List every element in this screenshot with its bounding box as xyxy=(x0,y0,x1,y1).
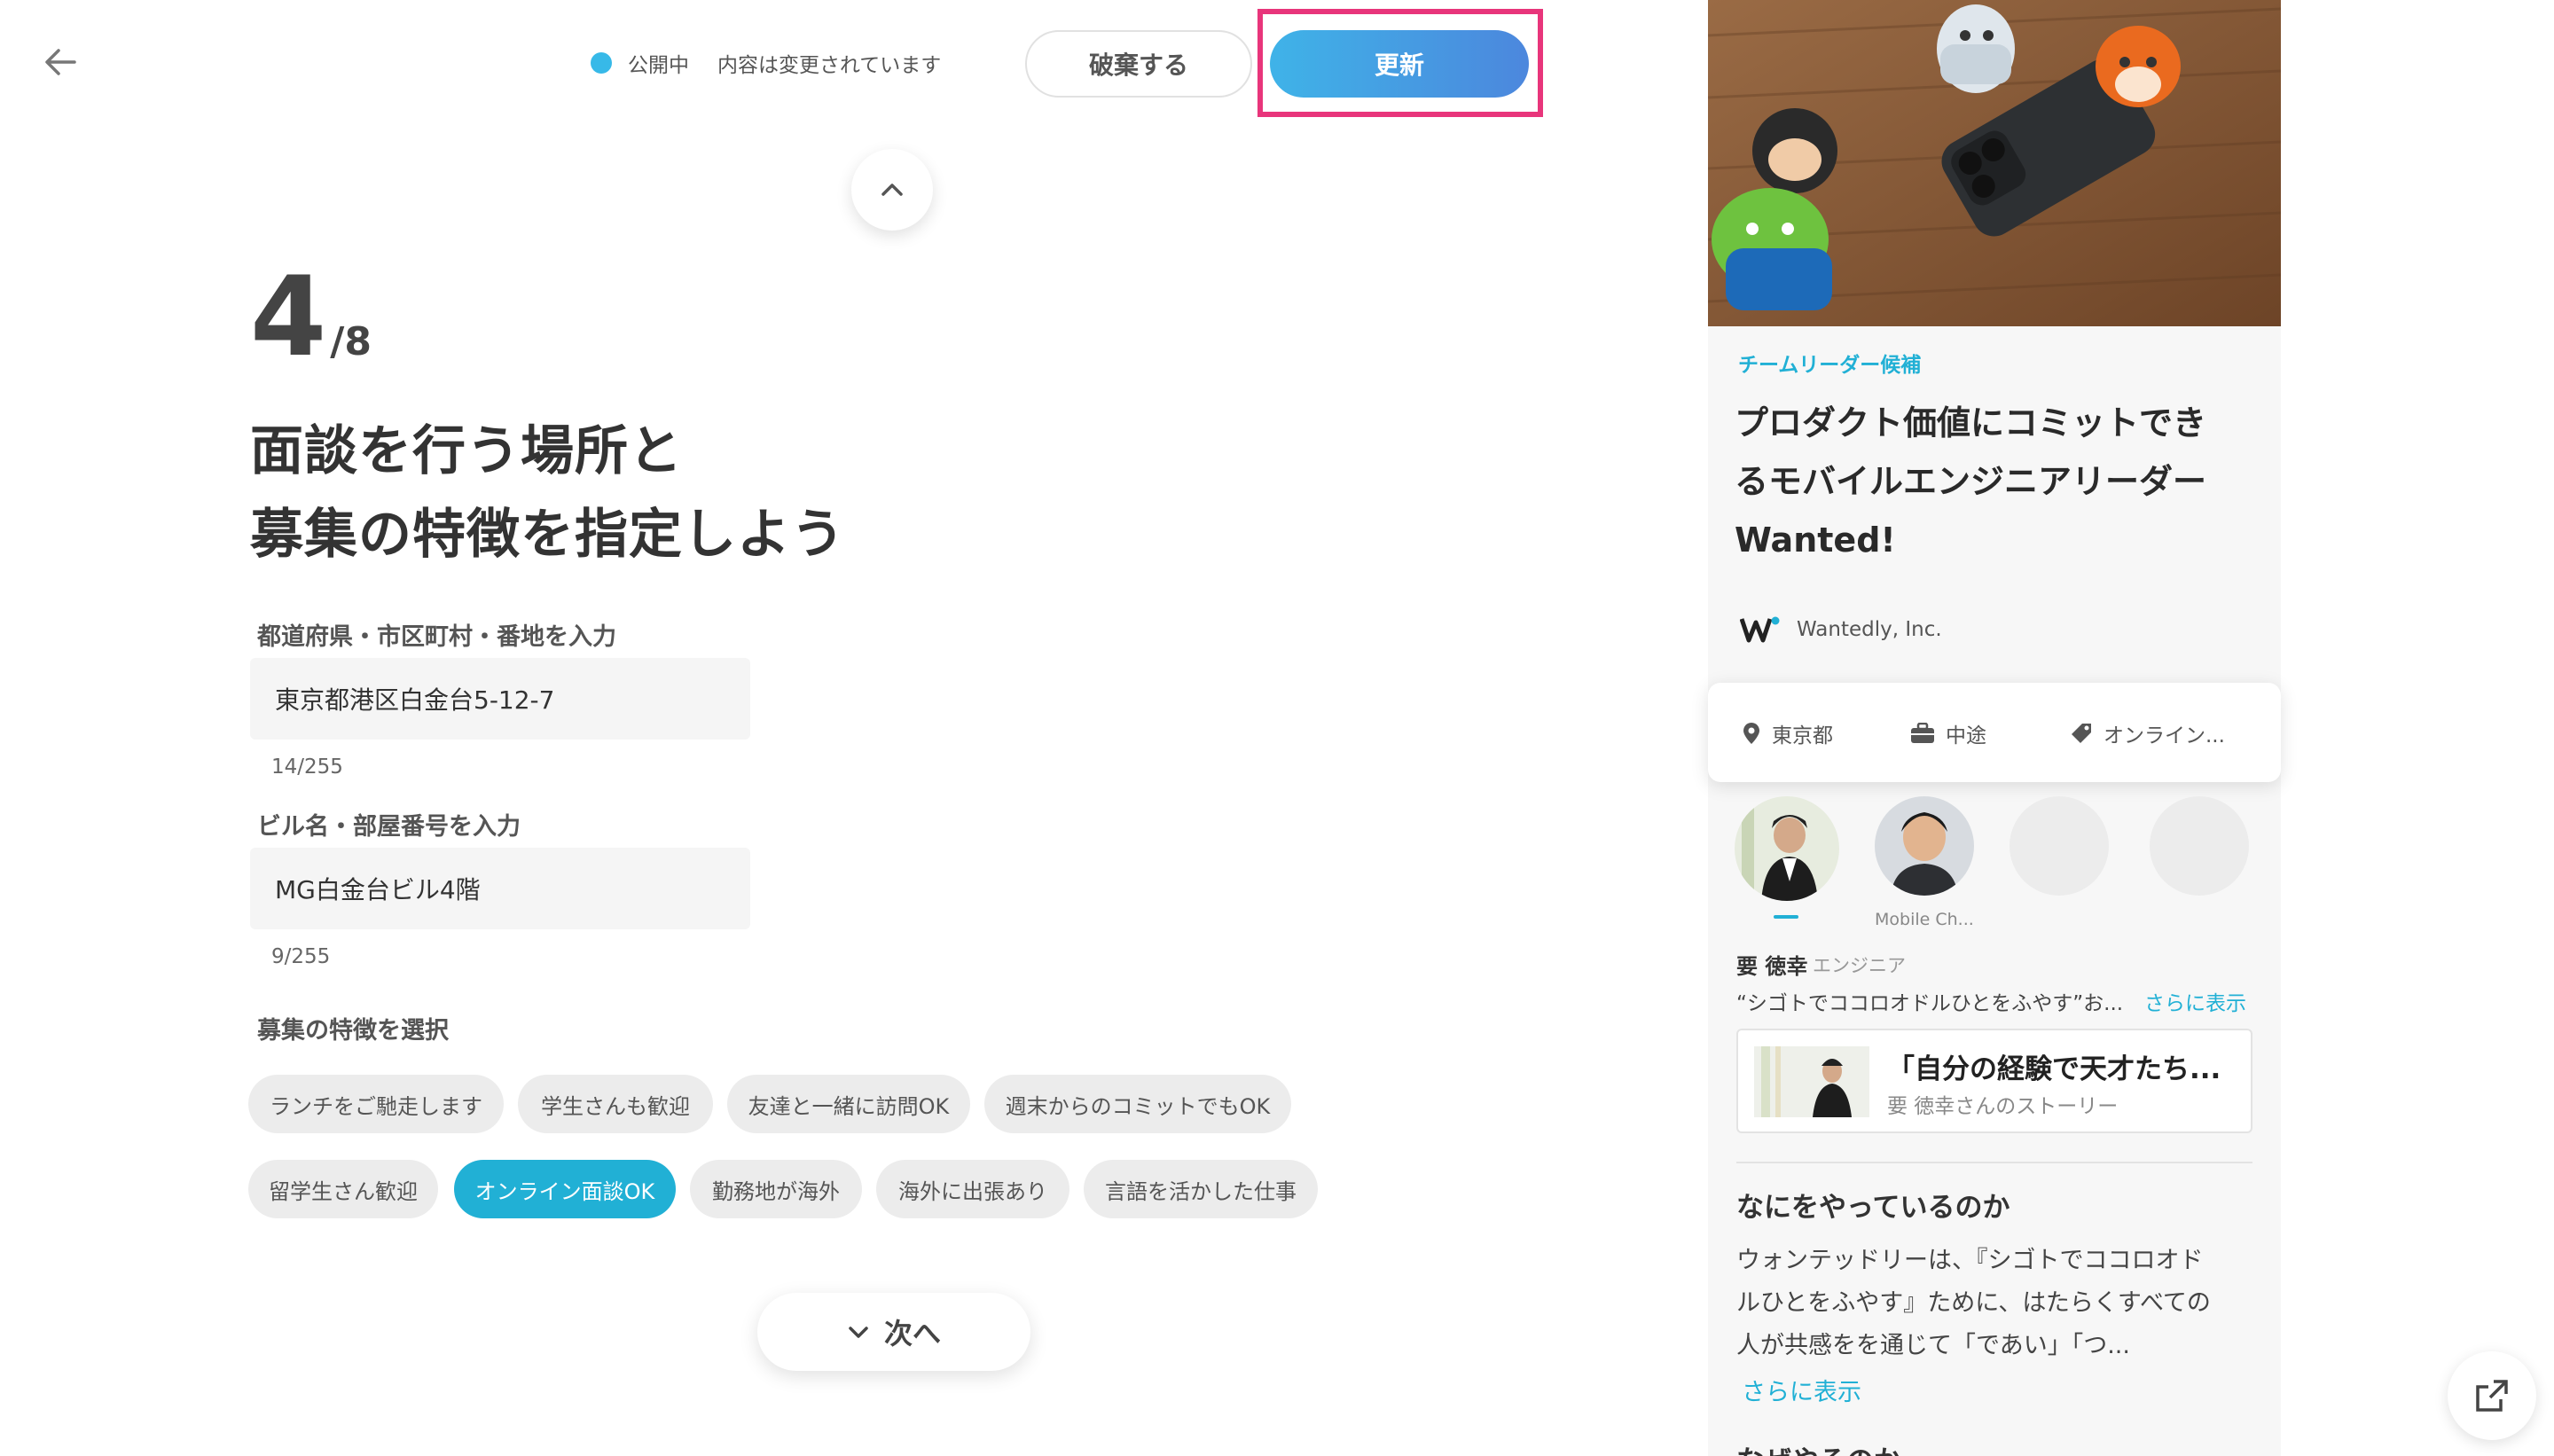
what-section-line-1: ウォンテッドリーは、『シゴトでココロオド xyxy=(1736,1247,2204,1274)
address-char-count: 14/255 xyxy=(271,755,343,779)
chevron-down-icon xyxy=(849,1327,868,1338)
what-section-body: ウォンテッドリーは、『シゴトでココロオド ルひとをふやす』ために、はたらくすべて… xyxy=(1736,1240,2242,1367)
job-tag: チームリーダー候補 xyxy=(1738,354,1922,377)
member-role: エンジニア xyxy=(1813,955,1906,976)
company-row[interactable]: Wantedly, Inc. xyxy=(1740,615,1942,644)
feature-chip[interactable]: ランチをご馳走します xyxy=(248,1075,504,1133)
feature-chip[interactable]: 海外に出張あり xyxy=(876,1160,1069,1218)
tag-icon xyxy=(2072,724,2091,743)
scroll-up-button[interactable] xyxy=(851,149,933,231)
next-label: 次へ xyxy=(883,1317,941,1350)
job-title: プロダクト価値にコミットでき るモバイルエンジニアリーダー Wanted! xyxy=(1735,394,2258,569)
step-total: /8 xyxy=(330,319,372,364)
member-name: 要 徳幸 xyxy=(1736,954,1808,979)
info-employment-label: 中途 xyxy=(1946,724,1986,748)
what-section-line-3: 人が共感をを通じて「であい」「つ... xyxy=(1736,1332,2130,1359)
member-avatar[interactable] xyxy=(1875,796,1974,896)
discard-button[interactable]: 破棄する xyxy=(1025,30,1252,98)
status-note: 内容は変更されています xyxy=(717,54,942,77)
open-external-button[interactable] xyxy=(2448,1351,2536,1440)
briefcase-icon xyxy=(1911,723,1934,743)
avatar-active-indicator xyxy=(1774,915,1798,919)
job-title-line-3: Wanted! xyxy=(1735,521,1896,560)
status-label: 公開中 xyxy=(628,54,689,77)
what-section-line-2: ルひとをふやす』ために、はたらくすべての xyxy=(1736,1289,2211,1317)
features-label: 募集の特徴を選択 xyxy=(257,1017,449,1045)
member-show-more-link[interactable]: さらに表示 xyxy=(2144,986,2246,1016)
address-input[interactable]: 東京都港区白金台5-12-7 xyxy=(250,658,750,740)
section-divider xyxy=(1736,1162,2252,1163)
why-section-title: なぜやるのか xyxy=(1736,1438,1901,1456)
wantedly-logo-icon xyxy=(1740,616,1780,643)
info-employment: 中途 xyxy=(1910,718,1986,748)
feature-chip[interactable]: 留学生さん歓迎 xyxy=(248,1160,438,1218)
page-title-line-1: 面談を行う場所と xyxy=(250,420,683,482)
job-info-card: 東京都 中途 オンライン... xyxy=(1708,683,2281,782)
address-label: 都道府県・市区町村・番地を入力 xyxy=(257,623,616,651)
external-link-icon xyxy=(2476,1380,2508,1412)
avatar-placeholder xyxy=(2010,796,2109,896)
member-quote: “シゴトでココロオドルひとをふやす”お... xyxy=(1736,992,2124,1015)
job-title-line-2: るモバイルエンジニアリーダー xyxy=(1735,462,2207,501)
building-input[interactable]: MG白金台ビル4階 xyxy=(250,848,750,929)
member-avatar[interactable] xyxy=(1735,796,1839,901)
info-location: 東京都 xyxy=(1742,718,1833,748)
job-title-line-1: プロダクト価値にコミットでき xyxy=(1735,403,2207,442)
feature-chip[interactable]: 週末からのコミットでもOK xyxy=(984,1075,1291,1133)
feature-chip[interactable]: 友達と一緒に訪問OK xyxy=(727,1075,970,1133)
status-dot-icon xyxy=(591,52,612,74)
info-feature-label: オンライン... xyxy=(2104,724,2225,748)
info-feature: オンライン... xyxy=(2070,718,2225,748)
chevron-up-icon xyxy=(881,184,903,196)
job-editor-page: 公開中 内容は変更されています 破棄する 更新 4 /8 面談を行う場所と 募集… xyxy=(0,0,2554,1456)
next-button[interactable]: 次へ xyxy=(757,1293,1030,1371)
back-button[interactable] xyxy=(41,43,80,82)
avatar-placeholder xyxy=(2150,796,2249,896)
section-show-more-link[interactable]: さらに表示 xyxy=(1742,1373,1861,1407)
story-thumbnail xyxy=(1754,1046,1869,1117)
member-photo-1 xyxy=(1735,796,1839,901)
info-location-label: 東京都 xyxy=(1772,724,1833,748)
member-photo-2 xyxy=(1875,796,1974,896)
feature-chip[interactable]: 言語を活かした仕事 xyxy=(1084,1160,1318,1218)
story-subtitle: 要 徳幸さんのストーリー xyxy=(1887,1095,2119,1118)
feature-chip[interactable]: 勤務地が海外 xyxy=(690,1160,862,1218)
step-counter: 4 /8 xyxy=(250,262,372,372)
update-button[interactable]: 更新 xyxy=(1270,30,1529,98)
building-label: ビル名・部屋番号を入力 xyxy=(257,813,521,841)
page-title: 面談を行う場所と 募集の特徴を指定しよう xyxy=(250,410,845,576)
publish-status: 公開中 内容は変更されています xyxy=(591,48,941,78)
step-current: 4 xyxy=(250,254,326,381)
building-char-count: 9/255 xyxy=(271,945,331,968)
avatar-caption: Mobile Ch... xyxy=(1875,910,1974,929)
arrow-left-icon xyxy=(45,49,76,75)
story-title: 「自分の経験で天才たち... xyxy=(1887,1053,2221,1085)
location-pin-icon xyxy=(1743,723,1759,744)
company-name: Wantedly, Inc. xyxy=(1797,618,1942,641)
feature-chip[interactable]: 学生さんも歓迎 xyxy=(518,1075,713,1133)
page-title-line-2: 募集の特徴を指定しよう xyxy=(250,504,845,566)
what-section-title: なにをやっているのか xyxy=(1736,1192,2010,1224)
feature-chip-selected[interactable]: オンライン面談OK xyxy=(454,1160,676,1218)
job-cover-image xyxy=(1708,0,2281,326)
